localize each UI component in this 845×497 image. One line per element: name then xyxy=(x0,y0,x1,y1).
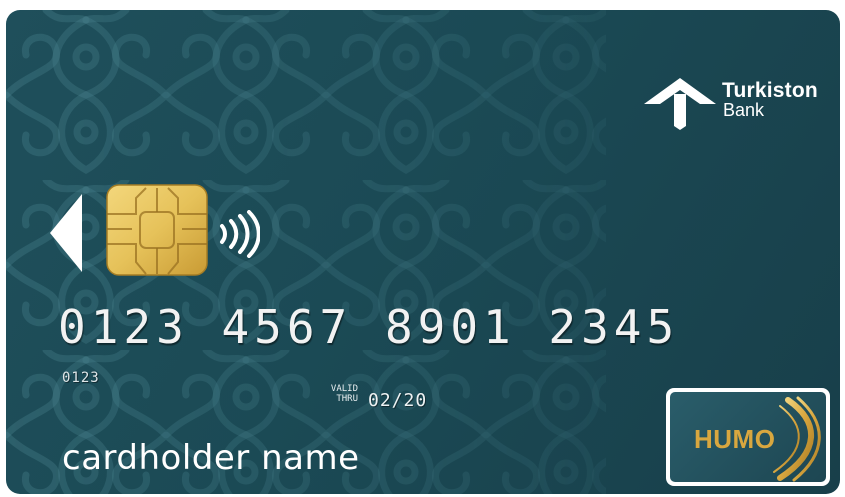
valid-thru-label: VALID THRU xyxy=(298,384,358,404)
bank-logo-icon xyxy=(644,78,716,130)
bank-name: Turkiston xyxy=(722,79,818,102)
card-marker-icon xyxy=(50,194,82,272)
bank-subtitle: Bank xyxy=(723,100,765,120)
valid-label-line2: THRU xyxy=(336,394,358,404)
card-short-number: 0123 xyxy=(62,370,100,386)
bank-logo: Turkiston Bank xyxy=(642,74,832,134)
valid-label-line1: VALID xyxy=(330,384,358,394)
humo-logo-panel: HUMO xyxy=(670,392,826,482)
bank-card: Turkiston Bank 0123 4567 8901 2345 0123 … xyxy=(6,10,840,494)
cardholder-name: cardholder name xyxy=(62,438,360,478)
contactless-icon xyxy=(220,210,260,258)
humo-logo: HUMO xyxy=(666,388,830,486)
expiry-date: 02/20 xyxy=(368,390,428,411)
card-number: 0123 4567 8901 2345 xyxy=(58,300,680,354)
emv-chip-icon xyxy=(106,184,208,276)
humo-wordmark: HUMO xyxy=(694,424,776,454)
